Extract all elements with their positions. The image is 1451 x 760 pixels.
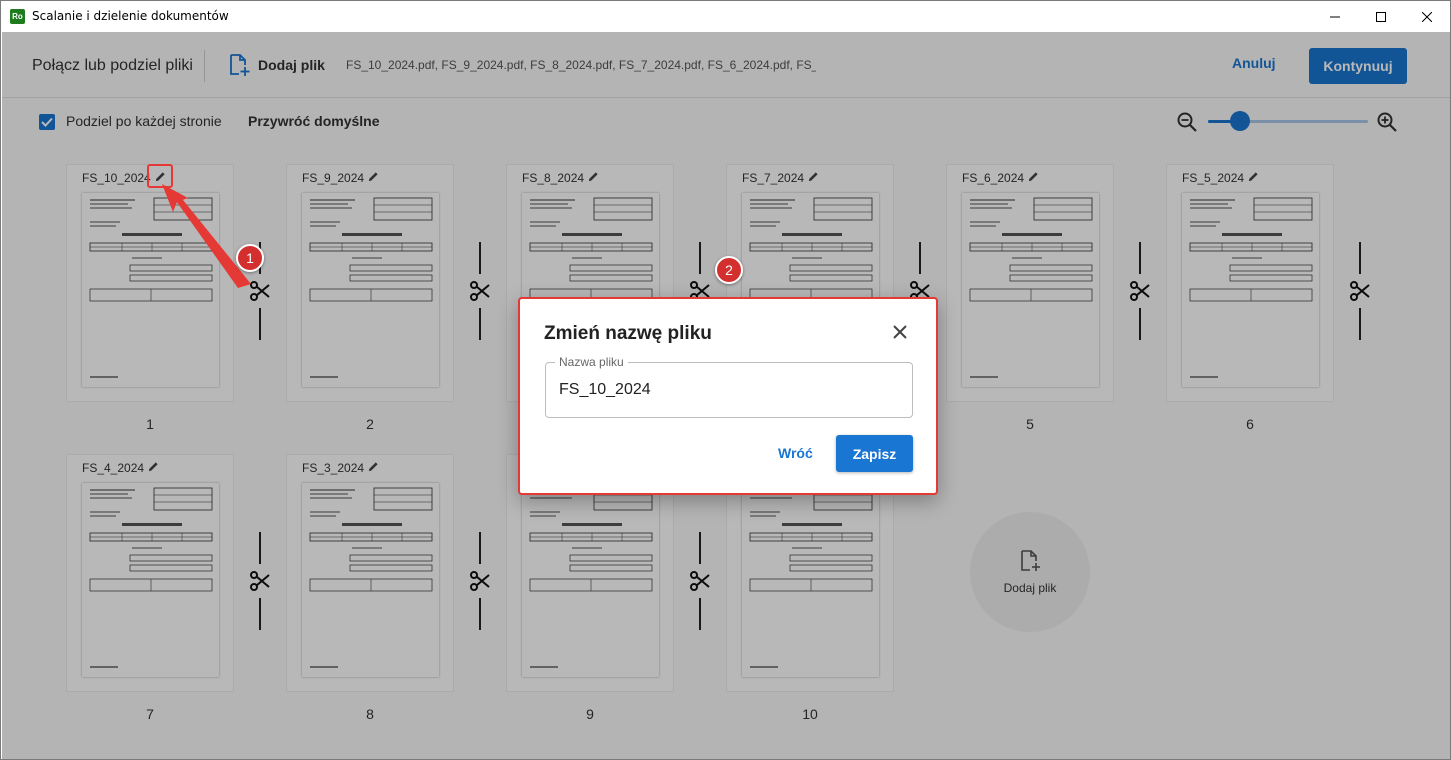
annotation-badge-2: 2 xyxy=(715,256,743,284)
app-window: Ro Scalanie i dzielenie dokumentów Połąc… xyxy=(0,0,1451,760)
close-icon xyxy=(1422,11,1432,22)
back-button[interactable]: Wróć xyxy=(778,445,813,461)
annotation-badge-1: 1 xyxy=(236,244,264,272)
annotation-highlight-box xyxy=(147,164,173,188)
rename-file-dialog: Zmień nazwę pliku Nazwa pliku Wróć Zapis… xyxy=(518,297,938,495)
window-title: Scalanie i dzielenie dokumentów xyxy=(32,9,229,23)
minimize-icon xyxy=(1330,16,1340,17)
close-window-button[interactable] xyxy=(1404,1,1450,32)
close-icon[interactable] xyxy=(892,324,908,340)
maximize-icon xyxy=(1376,11,1386,22)
file-name-field[interactable]: Nazwa pliku xyxy=(545,355,913,418)
file-name-input[interactable] xyxy=(559,381,899,399)
dialog-title: Zmień nazwę pliku xyxy=(544,323,712,344)
main-content: Połącz lub podziel pliki Dodaj plik FS_1… xyxy=(2,32,1450,759)
title-bar: Ro Scalanie i dzielenie dokumentów xyxy=(1,1,1450,32)
file-name-field-label: Nazwa pliku xyxy=(555,355,628,369)
minimize-button[interactable] xyxy=(1312,1,1358,32)
save-button[interactable]: Zapisz xyxy=(836,435,913,472)
app-logo-icon: Ro xyxy=(10,9,25,24)
maximize-button[interactable] xyxy=(1358,1,1404,32)
